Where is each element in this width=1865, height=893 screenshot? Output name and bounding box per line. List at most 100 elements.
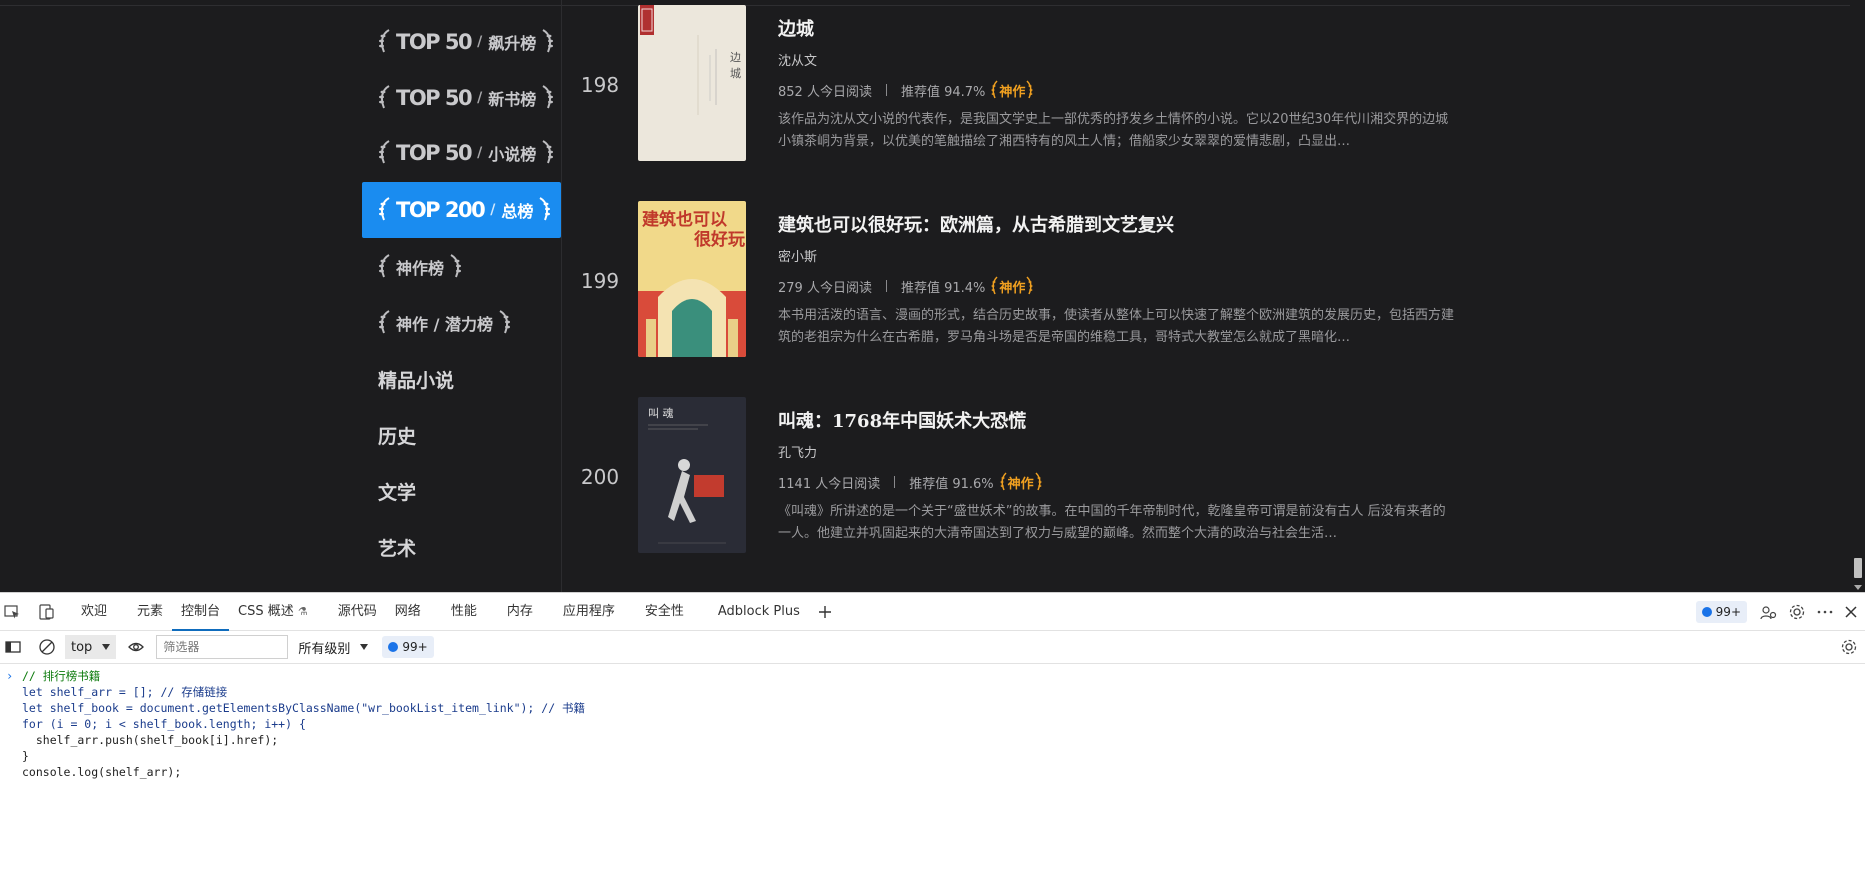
tab-memory[interactable]: 内存 (498, 593, 542, 631)
console-code-line: shelf_arr.push(shelf_book[i].href); (22, 733, 279, 747)
laurel-right-icon (1035, 472, 1042, 491)
top-badge: TOP 50 (396, 86, 473, 110)
sidebar-item-label: 艺术 (378, 537, 417, 560)
sidebar-item-label: 小说榜 (488, 145, 537, 164)
tab-sources[interactable]: 源代码 (329, 593, 386, 631)
book-cover[interactable]: 叫 魂 (638, 397, 746, 553)
laurel-left-icon (991, 80, 998, 99)
masterpiece-badge: 神作 (1000, 472, 1042, 492)
tab-css-overview[interactable]: CSS 概述 ⚗ (229, 593, 317, 631)
recommend-value: 推荐值 94.7% (900, 84, 986, 100)
sidebar-item-label: 总榜 (501, 202, 534, 221)
more-options-icon[interactable] (1813, 600, 1837, 624)
clear-console-icon[interactable] (35, 635, 59, 659)
tab-elements[interactable]: 元素 (128, 593, 172, 631)
recommend-value: 推荐值 91.6% (909, 476, 994, 492)
reader-count: 279 人今日阅读 (778, 280, 872, 296)
customize-connection-icon[interactable] (1756, 600, 1780, 624)
console-code-line: let shelf_arr = []; // 存储链接 (22, 685, 228, 699)
laurel-left-icon (379, 29, 390, 53)
sidebar-item-label: 文学 (378, 481, 417, 504)
console-issues-badge[interactable]: 99+ (382, 636, 434, 658)
book-list-item[interactable]: 199 建筑也可以 很好玩 建筑也可以很好玩：欧洲篇，从古希腊到文艺复兴 密小斯… (562, 201, 1862, 361)
laurel-left-icon (379, 254, 390, 278)
tab-welcome[interactable]: 欢迎 (72, 593, 116, 631)
tab-performance[interactable]: 性能 (442, 593, 486, 631)
book-list-item[interactable]: 200 叫 魂 叫魂：1768年中国妖术大恐慌 孔飞力 1141 人今日阅读 推… (562, 397, 1862, 557)
chevron-right-icon: › (6, 669, 14, 683)
rank-number: 198 (580, 73, 620, 97)
sidebar-item-label: 飙升榜 (488, 34, 537, 53)
book-meta: 1141 人今日阅读 推荐值 91.6% 神作 (778, 472, 1042, 492)
tab-network[interactable]: 网络 (386, 593, 430, 631)
console-output[interactable]: › // 排行榜书籍 let shelf_arr = []; // 存储链接 l… (0, 664, 1865, 780)
sidebar-item-literature[interactable]: 文学 (362, 463, 561, 519)
rank-number: 199 (580, 269, 620, 293)
log-level-value: 所有级别 (298, 641, 351, 657)
book-cover[interactable]: 边 城 (638, 5, 746, 161)
book-author[interactable]: 孔飞力 (778, 442, 817, 461)
sidebar-item-art[interactable]: 艺术 (362, 519, 561, 575)
sidebar-item-total[interactable]: TOP 200 / 总榜 (362, 182, 561, 238)
svg-text:建筑也可以: 建筑也可以 (642, 209, 727, 230)
close-icon[interactable] (1839, 600, 1863, 624)
book-title[interactable]: 建筑也可以很好玩：欧洲篇，从古希腊到文艺复兴 (778, 211, 1174, 237)
sidebar-item-history[interactable]: 历史 (362, 407, 561, 463)
book-author[interactable]: 密小斯 (778, 246, 817, 265)
slash-divider: / (477, 90, 483, 106)
tab-application[interactable]: 应用程序 (554, 593, 624, 631)
book-cover[interactable]: 建筑也可以 很好玩 (638, 201, 746, 357)
laurel-right-icon (542, 85, 554, 109)
slash-divider: / (490, 202, 496, 218)
sidebar-item-label: 精品小说 (378, 369, 455, 392)
scroll-down-arrow-icon[interactable] (1854, 585, 1862, 590)
console-toolbar: top 所有级别 99+ (0, 631, 1865, 664)
book-title[interactable]: 边城 (778, 15, 814, 41)
scroll-thumb[interactable] (1854, 558, 1862, 578)
console-settings-gear-icon[interactable] (1837, 635, 1861, 659)
top-badge: TOP 50 (396, 141, 473, 165)
book-title[interactable]: 叫魂：1768年中国妖术大恐慌 (778, 407, 1026, 433)
filter-input[interactable] (156, 635, 289, 659)
context-select[interactable]: top (65, 635, 117, 659)
sidebar-item-fine-novels[interactable]: 精品小说 (362, 351, 561, 407)
live-expression-eye-icon[interactable] (124, 635, 148, 659)
issues-count-button[interactable]: 99+ (1695, 601, 1747, 623)
sidebar-item-label: 历史 (378, 425, 417, 448)
book-description: 本书用活泼的语言、漫画的形式，结合历史故事，使读者从整体上可以快速了解整个欧洲建… (778, 308, 1454, 345)
console-code-line: // 排行榜书籍 (22, 669, 101, 683)
laurel-left-icon (379, 140, 390, 164)
reader-count: 852 人今日阅读 (778, 84, 872, 100)
sidebar-toggle-icon[interactable] (1, 635, 25, 659)
device-emulation-icon[interactable] (34, 600, 58, 624)
settings-gear-icon[interactable] (1785, 600, 1809, 624)
sidebar-item-rising[interactable]: TOP 50 / 飙升榜 (362, 14, 561, 70)
web-page: TOP 50 / 飙升榜 TOP 50 / 新书榜 TOP 50 / 小说榜 T… (0, 0, 1865, 592)
laurel-right-icon (1026, 80, 1034, 99)
book-meta: 279 人今日阅读 推荐值 91.4% 神作 (778, 276, 1034, 296)
page-scrollbar[interactable] (1850, 0, 1865, 592)
book-list-item[interactable]: 198 边 城 边城 沈从文 852 人今日阅读 推荐值 94.7% 神作 该作… (562, 5, 1862, 165)
sidebar-item-potential[interactable]: 神作 / 潜力榜 (362, 295, 561, 351)
message-icon (388, 642, 399, 652)
chevron-down-icon (360, 644, 369, 650)
laurel-right-icon (1026, 276, 1034, 295)
laurel-right-icon (499, 310, 510, 334)
recommend-value: 推荐值 91.4% (900, 280, 986, 296)
sidebar-item-label: 神作榜 (396, 259, 445, 278)
tab-adblock-plus[interactable]: Adblock Plus (709, 593, 809, 631)
message-icon (1701, 607, 1712, 617)
inspect-element-icon[interactable] (0, 600, 24, 624)
meta-divider (894, 476, 896, 488)
console-code-line: } (22, 749, 29, 763)
sidebar-item-novel[interactable]: TOP 50 / 小说榜 (362, 125, 561, 181)
reader-count: 1141 人今日阅读 (778, 476, 881, 492)
add-tab-plus-icon[interactable] (813, 600, 837, 624)
sidebar-item-new[interactable]: TOP 50 / 新书榜 (362, 70, 561, 126)
sidebar-item-masterpiece[interactable]: 神作榜 (362, 239, 561, 295)
laurel-right-icon (542, 140, 554, 164)
book-author[interactable]: 沈从文 (778, 50, 817, 69)
tab-console[interactable]: 控制台 (172, 593, 230, 631)
tab-security[interactable]: 安全性 (636, 593, 693, 631)
log-level-select[interactable]: 所有级别 (298, 638, 369, 657)
